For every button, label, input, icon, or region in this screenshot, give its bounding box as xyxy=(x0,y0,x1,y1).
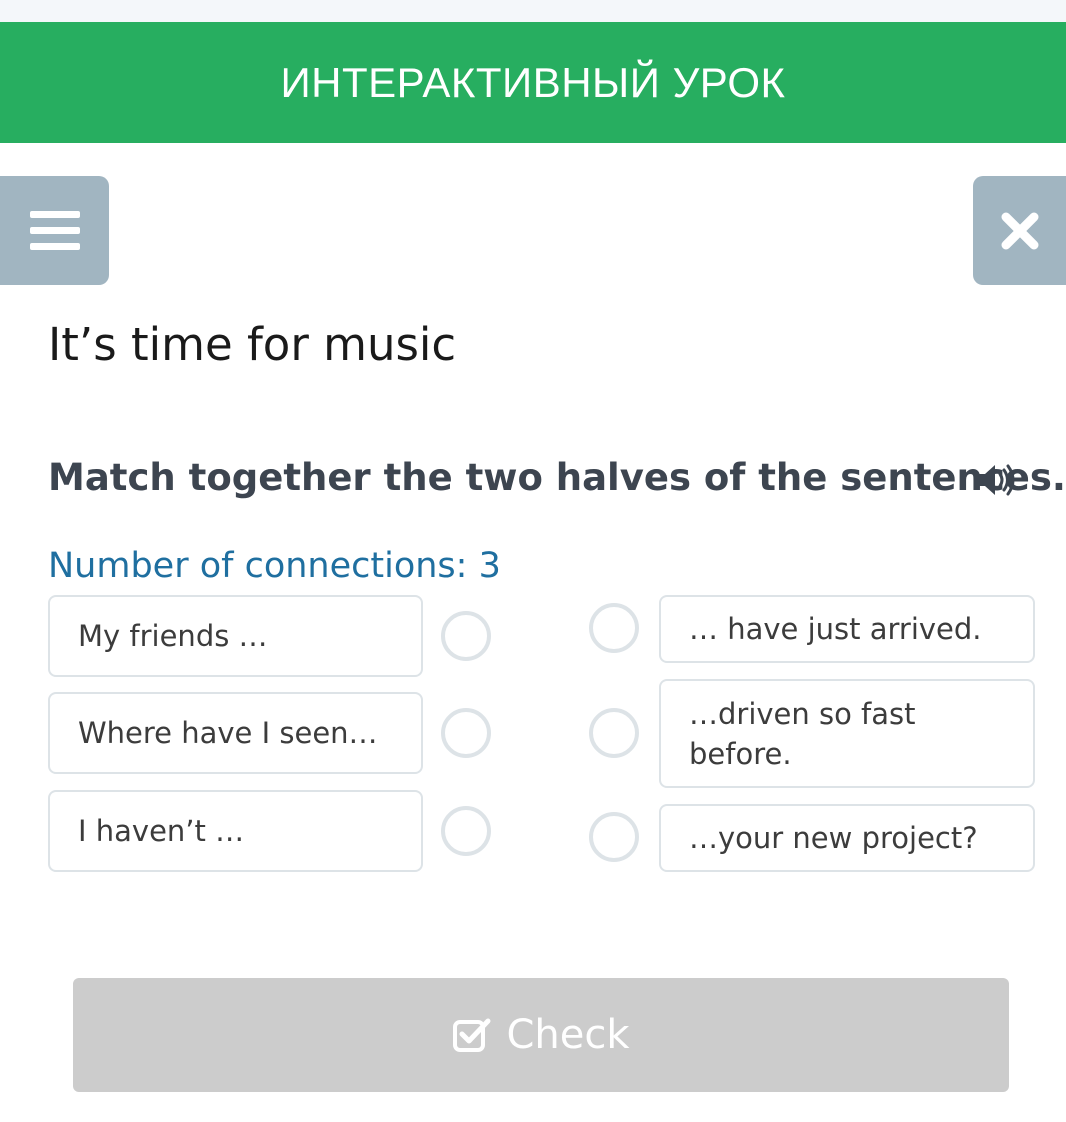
right-item-label: …your new project? xyxy=(689,821,978,855)
left-item-1[interactable]: My friends … xyxy=(48,595,423,677)
left-item-label: My friends … xyxy=(78,619,268,653)
header-banner: ИНТЕРАКТИВНЫЙ УРОК xyxy=(0,22,1066,143)
top-strip xyxy=(0,0,1066,22)
left-connector-1[interactable] xyxy=(441,611,491,661)
right-item-label: …driven so fast before. xyxy=(689,696,916,771)
check-button[interactable]: Check xyxy=(73,978,1009,1092)
left-item-3[interactable]: I haven’t … xyxy=(48,790,423,872)
left-item-label: Where have I seen… xyxy=(78,716,378,750)
task-instruction: Match together the two halves of the sen… xyxy=(48,456,1066,499)
right-item-3[interactable]: …your new project? xyxy=(659,804,1035,872)
speaker-icon[interactable] xyxy=(976,462,1016,498)
right-connector-2[interactable] xyxy=(589,708,639,758)
right-item-2[interactable]: …driven so fast before. xyxy=(659,679,1035,788)
checkbox-icon xyxy=(453,1018,491,1052)
right-connector-3[interactable] xyxy=(589,812,639,862)
left-item-label: I haven’t … xyxy=(78,814,245,848)
header-title: ИНТЕРАКТИВНЫЙ УРОК xyxy=(280,58,786,106)
left-connector-2[interactable] xyxy=(441,708,491,758)
close-icon xyxy=(1001,212,1038,249)
left-connector-3[interactable] xyxy=(441,806,491,856)
hamburger-icon xyxy=(29,210,80,250)
close-button[interactable] xyxy=(973,176,1066,285)
lesson-title: It’s time for music xyxy=(48,318,457,371)
connections-count: Number of connections: 3 xyxy=(48,546,501,586)
right-connector-1[interactable] xyxy=(589,603,639,653)
menu-button[interactable] xyxy=(0,176,109,285)
right-item-1[interactable]: … have just arrived. xyxy=(659,595,1035,663)
right-item-label: … have just arrived. xyxy=(689,612,982,646)
left-item-2[interactable]: Where have I seen… xyxy=(48,692,423,774)
check-label: Check xyxy=(506,1012,630,1058)
